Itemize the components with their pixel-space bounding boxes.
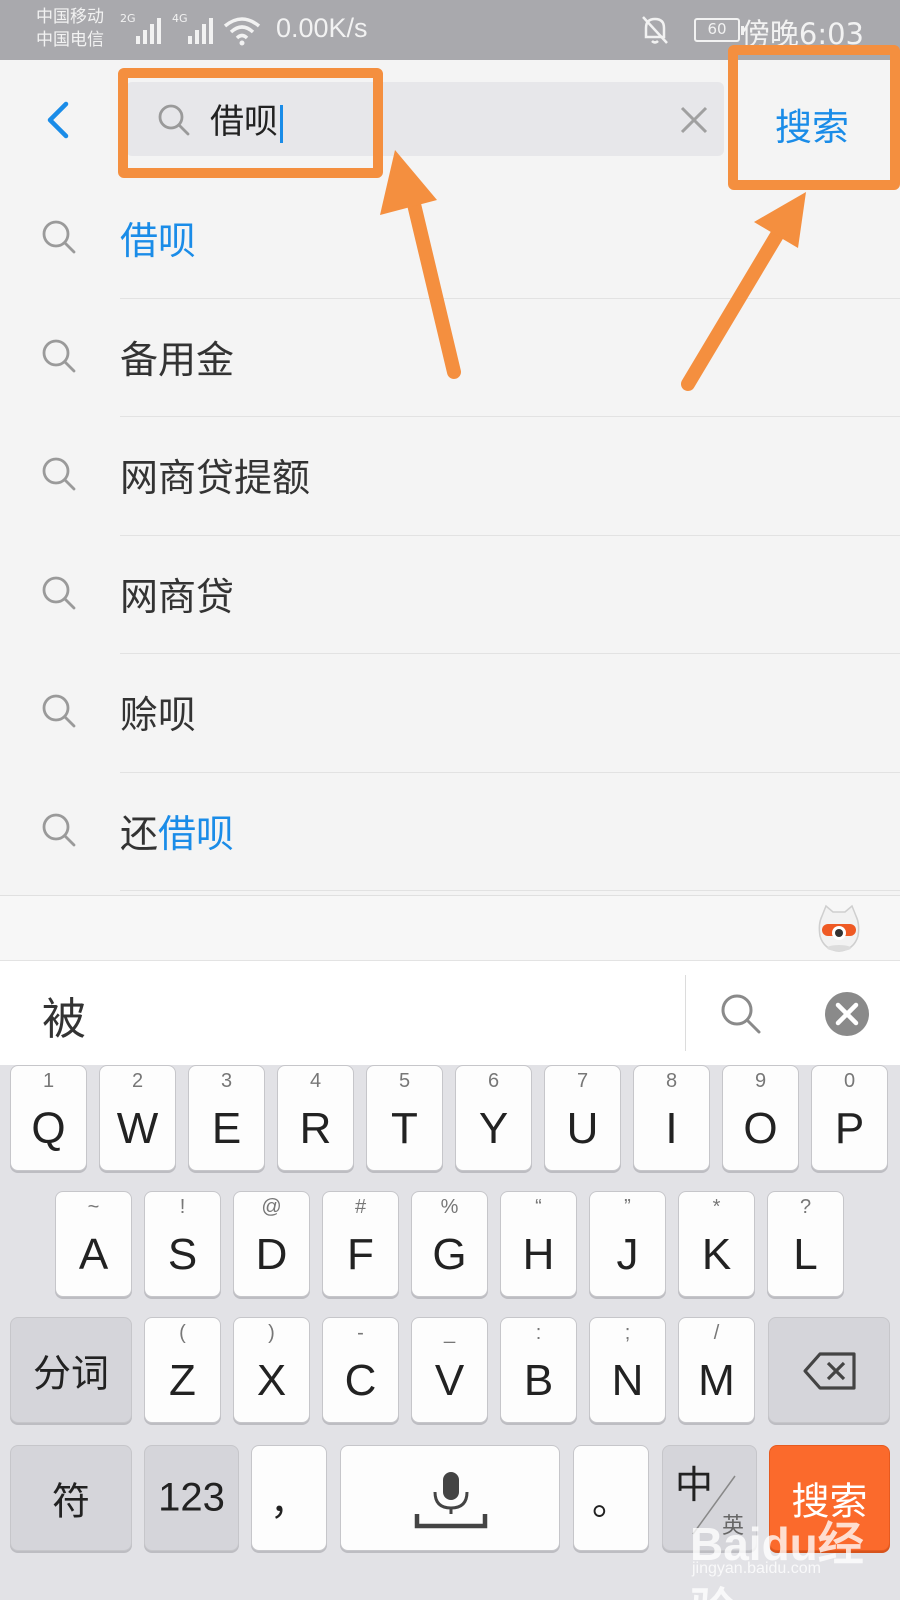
watermark-url: jingyan.baidu.com xyxy=(692,1560,821,1577)
annotation-arrows xyxy=(380,150,806,391)
watermark-logo: Baidu经验 xyxy=(690,1518,864,1600)
